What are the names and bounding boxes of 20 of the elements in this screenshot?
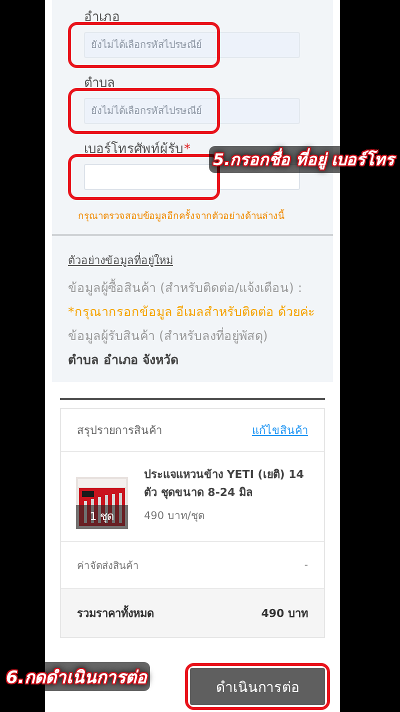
total-label: รวมราคาทั้งหมด bbox=[77, 604, 154, 622]
proceed-button[interactable]: ดำเนินการต่อ bbox=[190, 668, 325, 705]
field-label: เบอร์โทรศัพท์ผู้รับ bbox=[84, 140, 183, 159]
product-name: ประแจแหวนข้าง YETI (เยติ) 14 ตัว ชุดขนาด 8-24 มิล bbox=[144, 467, 305, 502]
example-text: ข้อมูลผู้ซื้อสินค้า (สำหรับติดต่อ/แจ้งเตือน) : bbox=[68, 280, 302, 295]
shipping-value: - bbox=[304, 560, 308, 570]
product-price: 490 บาท/ชุด bbox=[144, 509, 206, 524]
field-label: อำเภอ bbox=[84, 9, 120, 27]
example-text: ข้อมูลผู้รับสินค้า (สำหรับลงที่อยู่พัสดุ) bbox=[68, 328, 268, 343]
example-text: ตำบล อำเภอ จังหวัด bbox=[68, 352, 179, 367]
shipping-label: ค่าจัดส่งสินค้า bbox=[77, 560, 139, 572]
required-mark: * bbox=[184, 142, 190, 157]
quantity-label: 1 ชุด bbox=[76, 505, 128, 529]
warning-text: *กรุณากรอกข้อมูล อีเมลสำหรับติดต่อ ด้วยค่ะ bbox=[68, 304, 316, 319]
hint-text: กรุณาตรวจสอบข้อมูลอีกครั้งจากตัวอย่างด้านล่างนี้ bbox=[78, 208, 286, 224]
input-field[interactable] bbox=[84, 164, 300, 190]
example-title: ตัวอย่างข้อมูลที่อยู่ใหม่ bbox=[68, 252, 173, 269]
field-label: ตำบล bbox=[84, 75, 115, 93]
summary-title: สรุปรายการสินค้า bbox=[77, 423, 162, 439]
total-value: 490 บาท bbox=[261, 606, 308, 622]
